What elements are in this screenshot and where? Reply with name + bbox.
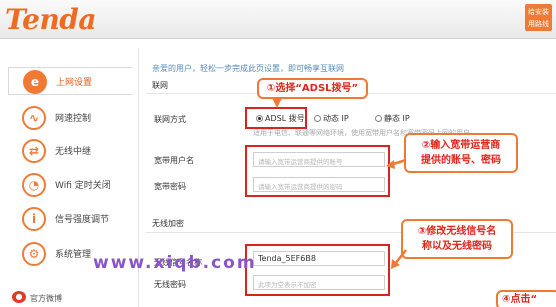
sidebar-item-internet-settings[interactable]: e 上网设置 <box>8 67 132 95</box>
username-label: 宽带用户名 <box>154 156 194 165</box>
callout-step-4: ④点击“ <box>496 290 556 307</box>
callout-step-3: ③修改无线信号名 称以及无线密码 <box>401 219 513 259</box>
callout-step-1: ①选择“ADSL拨号” <box>257 78 368 99</box>
tenda-logo: Tenda <box>5 3 97 36</box>
e-globe-icon: e <box>23 70 47 94</box>
sidebar-item-label: 网速控制 <box>55 114 92 124</box>
sidebar-item-signal-strength[interactable]: i 信号强度调节 <box>8 205 132 233</box>
greeting-text: 亲爱的用户，轻松一步完成此页设置，即可畅享互联网 <box>152 64 344 73</box>
wifi-relay-icon: ⇄ <box>22 139 46 163</box>
callout-step-1-text: ①选择“ADSL拨号” <box>266 83 359 94</box>
callout-step-3-line-2: 称以及无线密码 <box>422 241 492 252</box>
sidebar-item-wifi-timer[interactable]: ◔ Wifi 定时关闭 <box>8 171 132 199</box>
password-label: 宽带密码 <box>154 182 186 191</box>
callout-step-2-line-1: ②输入宽带运营商 <box>421 140 501 151</box>
badge-line-1: 给安装 <box>528 8 549 16</box>
section-title-wireless: 无线加密 <box>152 219 184 228</box>
sidebar-item-label: Wifi 定时关闭 <box>55 181 111 191</box>
sidebar-item-label: 无线中继 <box>55 147 92 157</box>
account-highlight-box <box>245 145 390 197</box>
section-title-internet: 联网 <box>152 81 168 90</box>
gear-icon: ⚙ <box>22 242 46 266</box>
weibo-icon[interactable]: ● <box>12 291 26 303</box>
sidebar-item-wireless-relay[interactable]: ⇄ 无线中继 <box>8 137 132 165</box>
bandwidth-wave-icon: ∿ <box>22 106 46 130</box>
callout-step-4-text: ④点击“ <box>502 294 538 305</box>
callout-tail <box>272 98 282 108</box>
sidebar-item-speed-control[interactable]: ∿ 网速控制 <box>8 104 132 132</box>
connection-type-label: 联网方式 <box>154 115 186 124</box>
top-header-bar: Tenda 给安装 用路线 <box>0 0 556 39</box>
radio-unselected-icon <box>375 115 382 122</box>
signal-strength-icon: i <box>22 207 46 231</box>
radio-static-ip[interactable]: 静态 IP <box>375 113 410 124</box>
radio-static-ip-label: 静态 IP <box>384 114 410 123</box>
callout-step-2: ②输入宽带运营商 提供的账号、密码 <box>404 133 518 173</box>
radio-dynamic-ip-label: 动态 IP <box>323 114 349 123</box>
install-guide-badge[interactable]: 给安装 用路线 <box>525 4 552 31</box>
radio-unselected-icon <box>314 115 321 122</box>
badge-line-2: 用路线 <box>528 20 549 28</box>
wifi-password-label: 无线密码 <box>154 280 186 289</box>
wifi-timer-icon: ◔ <box>22 173 46 197</box>
adsl-highlight-box <box>245 107 307 129</box>
radio-dynamic-ip[interactable]: 动态 IP <box>314 113 349 124</box>
callout-step-2-line-2: 提供的账号、密码 <box>421 155 501 166</box>
sidebar-item-label: 系统管理 <box>55 250 92 260</box>
wireless-highlight-box <box>245 244 390 296</box>
weibo-link[interactable]: 官方微博 <box>30 293 62 304</box>
sidebar-item-label: 信号强度调节 <box>55 215 110 225</box>
sidebar-item-label: 上网设置 <box>56 78 93 88</box>
arrow-step-2 <box>386 158 407 169</box>
watermark-text: www.xiqb.com <box>93 253 257 273</box>
callout-step-3-line-1: ③修改无线信号名 <box>417 226 497 237</box>
arrow-step-3 <box>391 249 407 269</box>
